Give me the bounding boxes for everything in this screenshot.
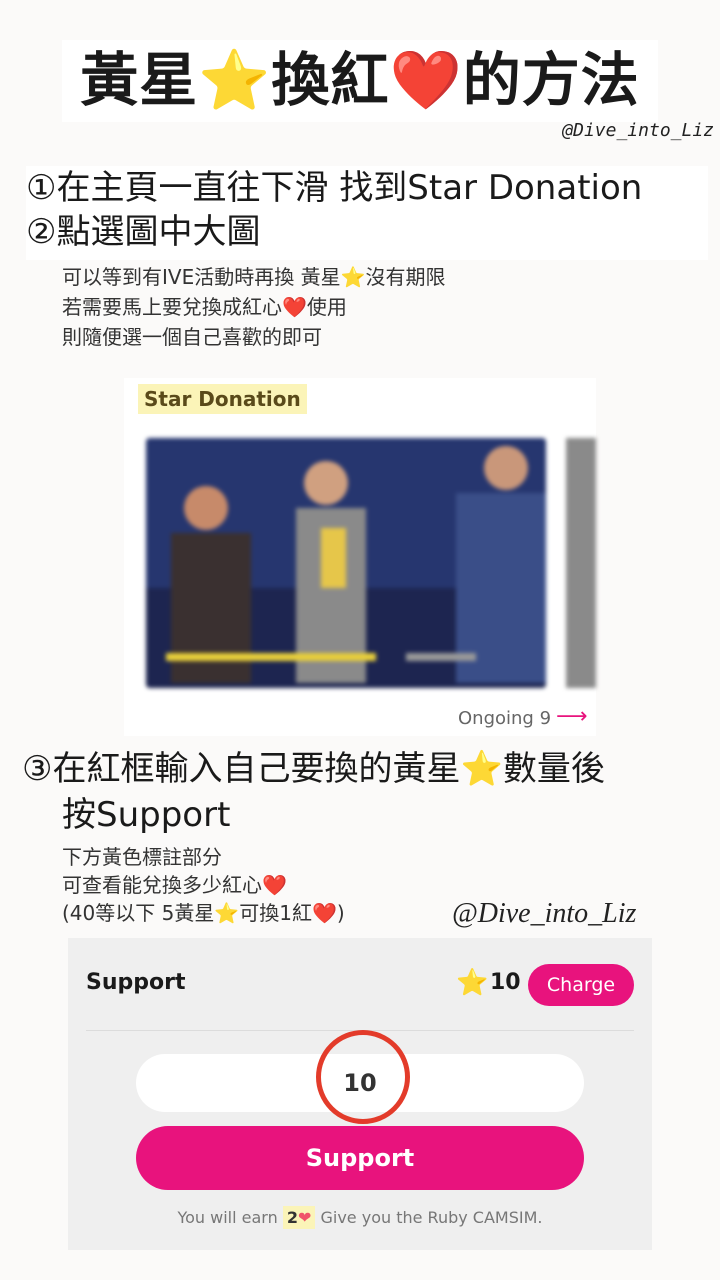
earn-highlight: 2❤ xyxy=(282,1206,316,1229)
watermark-top: @Dive_into_Liz xyxy=(562,120,714,141)
note2-text-a: 若需要馬上要兌換成紅心 xyxy=(62,295,282,319)
step3-text-line2: 按Support xyxy=(62,795,231,835)
heart-icon: ❤️ xyxy=(262,873,287,897)
next-banner-image[interactable] xyxy=(566,438,596,688)
earn-info: You will earn 2❤ Give you the Ruby CAMSI… xyxy=(0,1206,720,1229)
heart-icon: ❤ xyxy=(297,1208,312,1227)
page-title: 黃星⭐換紅❤️的方法 xyxy=(0,40,720,120)
banner-photo-illustration xyxy=(146,438,546,688)
donation-banner-image[interactable] xyxy=(146,438,546,688)
arrow-right-icon[interactable]: ⟶ xyxy=(556,704,588,729)
star-balance: 10 xyxy=(490,970,521,995)
support-heading: Support xyxy=(86,970,186,995)
star-icon: ⭐ xyxy=(198,46,272,114)
earn-suffix: Give you the Ruby CAMSIM. xyxy=(320,1208,543,1227)
earn-value: 2 xyxy=(286,1208,298,1227)
support-button[interactable]: Support xyxy=(136,1126,584,1190)
step2-text: ②點選圖中大圖 xyxy=(26,212,261,252)
charge-button[interactable]: Charge xyxy=(528,964,634,1006)
step3-text: ③在紅框輸入自己要換的黃星⭐數量後 xyxy=(22,746,605,792)
star-icon: ⭐ xyxy=(460,749,503,789)
note-line-1: 可以等到有IVE活動時再換 黃星⭐沒有期限 xyxy=(62,262,445,292)
note6-text-a: (40等以下 5黃星 xyxy=(62,901,215,925)
step3-text-b: 數量後 xyxy=(502,749,605,789)
note1-text-b: 沒有期限 xyxy=(365,265,446,289)
note6-text-c: ) xyxy=(336,901,345,925)
heart-icon: ❤️ xyxy=(311,901,337,925)
star-icon: ⭐ xyxy=(456,968,489,998)
highlight-circle xyxy=(316,1030,410,1124)
heart-icon: ❤️ xyxy=(389,46,463,114)
note-line-5: 可查看能兌換多少紅心❤️ xyxy=(62,870,287,900)
step3-text-a: ③在紅框輸入自己要換的黃星 xyxy=(22,749,461,789)
note-line-6: (40等以下 5黃星⭐可換1紅❤️) xyxy=(62,898,345,928)
note-line-4: 下方黃色標註部分 xyxy=(62,845,222,869)
note6-text-b: 可換1紅 xyxy=(239,901,312,925)
title-text-2: 換紅 xyxy=(271,46,390,114)
note1-text-a: 可以等到有IVE活動時再換 黃星 xyxy=(62,265,341,289)
ongoing-count[interactable]: Ongoing 9 xyxy=(458,708,551,729)
note-line-2: 若需要馬上要兌換成紅心❤️使用 xyxy=(62,292,347,322)
note-line-3: 則隨便選一個自己喜歡的即可 xyxy=(62,325,322,349)
heart-icon: ❤️ xyxy=(282,295,307,319)
star-donation-label: Star Donation xyxy=(138,384,307,414)
star-icon: ⭐ xyxy=(340,265,366,289)
earn-prefix: You will earn xyxy=(177,1208,278,1227)
watermark-mid: @Dive_into_Liz xyxy=(452,898,637,929)
title-text-3: 的方法 xyxy=(462,46,640,114)
star-icon: ⭐ xyxy=(214,901,240,925)
note2-text-b: 使用 xyxy=(306,295,347,319)
step1-text: ①在主頁一直往下滑 找到Star Donation xyxy=(26,168,643,208)
note5-text: 可查看能兌換多少紅心 xyxy=(62,873,262,897)
title-text-1: 黃星 xyxy=(80,46,199,114)
